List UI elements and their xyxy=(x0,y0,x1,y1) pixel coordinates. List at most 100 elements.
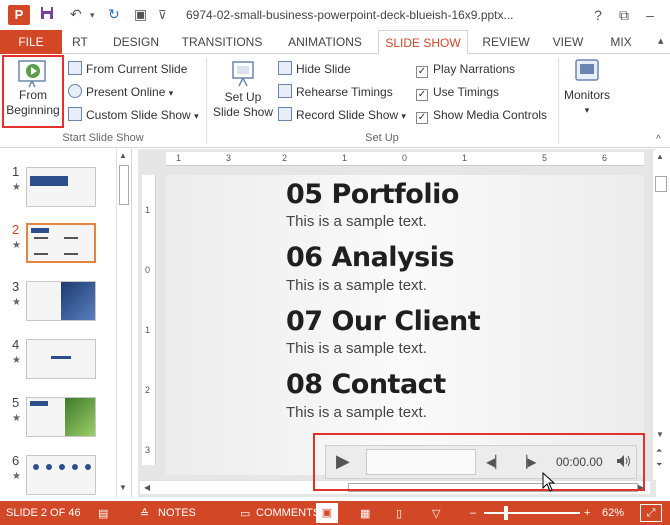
slide-heading[interactable]: 06 Analysis xyxy=(286,242,455,273)
zoom-level[interactable]: 62% xyxy=(602,507,624,519)
slide-subtext[interactable]: This is a sample text. xyxy=(286,277,427,294)
notes-button[interactable]: NOTES xyxy=(158,507,196,519)
show-media-controls-checkbox[interactable]: ✓ Show Media Controls xyxy=(416,105,547,125)
current-slide[interactable]: 05 Portfolio This is a sample text. 06 A… xyxy=(166,175,644,475)
save-icon[interactable] xyxy=(40,6,54,23)
tab-insert-partial[interactable]: RT xyxy=(70,30,90,54)
thumbnail-scrollbar[interactable]: ▲ ▼ xyxy=(116,149,130,497)
play-narrations-checkbox[interactable]: ✓ Play Narrations xyxy=(416,59,515,79)
collapse-icon[interactable]: ^ xyxy=(656,134,661,145)
ruler-tick: 1 xyxy=(342,153,348,163)
slide-heading[interactable]: 05 Portfolio xyxy=(286,179,459,210)
previous-slide-icon[interactable]: ⏶ xyxy=(656,446,662,456)
status-bar: SLIDE 2 OF 46 ▤ ≙ NOTES ▭ COMMENTS ▣ ▦ ▯… xyxy=(0,501,670,525)
ruler-tick: 3 xyxy=(145,445,151,455)
powerpoint-app-icon[interactable]: P xyxy=(8,5,30,25)
reading-view-icon[interactable]: ▯ xyxy=(396,507,402,520)
slide-thumbnail[interactable] xyxy=(26,397,96,437)
tab-transitions[interactable]: TRANSITIONS xyxy=(178,30,266,54)
start-slide-show-group-label: Start Slide Show xyxy=(62,132,144,144)
slide-thumbnail[interactable] xyxy=(26,167,96,207)
thumb-number: 4 xyxy=(12,337,20,352)
comments-icon[interactable]: ▭ xyxy=(240,507,250,520)
monitors-button[interactable]: Monitors ▾ xyxy=(560,58,614,118)
customize-toolbar-icon[interactable]: ⊽ xyxy=(158,8,167,22)
next-slide-icon[interactable]: ⏷ xyxy=(656,460,662,470)
media-control-bar: ▶ ◀▏ ▕▶ 00:00.00 xyxy=(325,445,637,479)
tab-review[interactable]: REVIEW xyxy=(478,30,534,54)
notes-icon[interactable]: ≙ xyxy=(140,507,149,520)
slide-subtext[interactable]: This is a sample text. xyxy=(286,404,427,421)
fit-slide-icon[interactable]: ⤢ xyxy=(640,504,662,522)
vertical-ruler: 1 0 1 2 3 xyxy=(142,175,156,465)
collapse-ribbon-icon[interactable]: ▴ xyxy=(658,34,664,47)
hide-slide-button[interactable]: Hide Slide xyxy=(278,59,351,79)
tab-mix[interactable]: MIX xyxy=(604,30,638,54)
skip-back-icon[interactable]: ◀▏ xyxy=(486,455,504,469)
scroll-up-icon[interactable]: ▲ xyxy=(656,152,664,161)
slide-thumbnail-selected[interactable] xyxy=(26,223,96,263)
ruler-tick: 3 xyxy=(226,153,232,163)
from-current-icon xyxy=(68,61,82,75)
undo-icon[interactable]: ↶ xyxy=(70,6,82,23)
animation-star-icon: ★ xyxy=(12,182,21,193)
slide-heading[interactable]: 08 Contact xyxy=(286,369,446,400)
animation-star-icon: ★ xyxy=(12,240,21,251)
slide-subtext[interactable]: This is a sample text. xyxy=(286,213,427,230)
from-current-slide-button[interactable]: From Current Slide xyxy=(68,59,187,79)
slide-thumbnail[interactable] xyxy=(26,281,96,321)
slide-show-view-icon[interactable]: ▽ xyxy=(432,507,440,520)
comments-button[interactable]: COMMENTS xyxy=(256,507,320,519)
minimize-button[interactable]: – xyxy=(640,5,660,25)
slide-heading[interactable]: 07 Our Client xyxy=(286,306,481,337)
zoom-out-button[interactable]: – xyxy=(470,507,476,519)
scroll-left-icon[interactable]: ◀ xyxy=(144,483,150,492)
setup-label-2: Slide Show xyxy=(212,105,274,119)
media-progress-track[interactable] xyxy=(366,449,476,475)
spell-check-icon[interactable]: ▤ xyxy=(98,507,108,520)
rehearse-timings-button[interactable]: Rehearse Timings xyxy=(278,82,393,102)
redo-icon[interactable]: ↻ xyxy=(108,6,120,23)
slide-sorter-icon[interactable]: ▦ xyxy=(360,507,370,520)
present-online-button[interactable]: Present Online ▾ xyxy=(68,82,173,102)
record-slide-show-button[interactable]: Record Slide Show ▾ xyxy=(278,105,406,125)
presenter-icon[interactable]: ▣ xyxy=(134,6,147,23)
use-timings-checkbox[interactable]: ✓ Use Timings xyxy=(416,82,499,102)
play-icon[interactable]: ▶ xyxy=(336,451,350,472)
mouse-cursor-icon xyxy=(542,471,556,495)
undo-dropdown-icon[interactable]: ▾ xyxy=(90,10,95,21)
skip-forward-icon[interactable]: ▕▶ xyxy=(518,455,536,469)
setup-label-1: Set Up xyxy=(224,90,262,104)
thumb-number: 3 xyxy=(12,279,20,294)
restore-button[interactable]: ⧉ xyxy=(614,5,634,25)
tab-file[interactable]: FILE xyxy=(0,30,62,54)
scroll-down-icon[interactable]: ▼ xyxy=(119,483,127,492)
zoom-slider[interactable] xyxy=(484,506,580,520)
tab-design[interactable]: DESIGN xyxy=(108,30,164,54)
zoom-slider-thumb[interactable] xyxy=(504,506,508,520)
zoom-in-button[interactable]: + xyxy=(584,507,590,519)
animation-star-icon: ★ xyxy=(12,297,21,308)
tab-slide-show[interactable]: SLIDE SHOW xyxy=(378,30,468,55)
slide-counter[interactable]: SLIDE 2 OF 46 xyxy=(6,507,81,519)
help-button[interactable]: ? xyxy=(588,5,608,25)
tab-animations[interactable]: ANIMATIONS xyxy=(280,30,370,54)
tab-view[interactable]: VIEW xyxy=(548,30,588,54)
volume-icon[interactable] xyxy=(616,454,632,472)
scroll-down-icon[interactable]: ▼ xyxy=(656,430,664,439)
slide-thumbnail[interactable] xyxy=(26,339,96,379)
scroll-thumb[interactable] xyxy=(655,176,667,192)
slide-subtext[interactable]: This is a sample text. xyxy=(286,340,427,357)
slide-thumbnail[interactable] xyxy=(26,455,96,495)
slide-scrollbar[interactable]: ▲ ▼ ⏶ ⏷ xyxy=(652,150,668,480)
set-up-slide-show-button[interactable]: Set Up Slide Show xyxy=(210,60,276,120)
monitor-icon xyxy=(573,58,601,84)
set-up-group-label: Set Up xyxy=(365,132,399,144)
scroll-up-icon[interactable]: ▲ xyxy=(119,151,127,160)
normal-view-icon[interactable]: ▣ xyxy=(316,503,338,523)
thumb-number: 1 xyxy=(12,164,20,179)
custom-slide-show-button[interactable]: Custom Slide Show ▾ xyxy=(68,105,199,125)
rehearse-icon xyxy=(278,84,292,98)
scroll-thumb[interactable] xyxy=(119,165,129,205)
thumb-number: 5 xyxy=(12,395,20,410)
